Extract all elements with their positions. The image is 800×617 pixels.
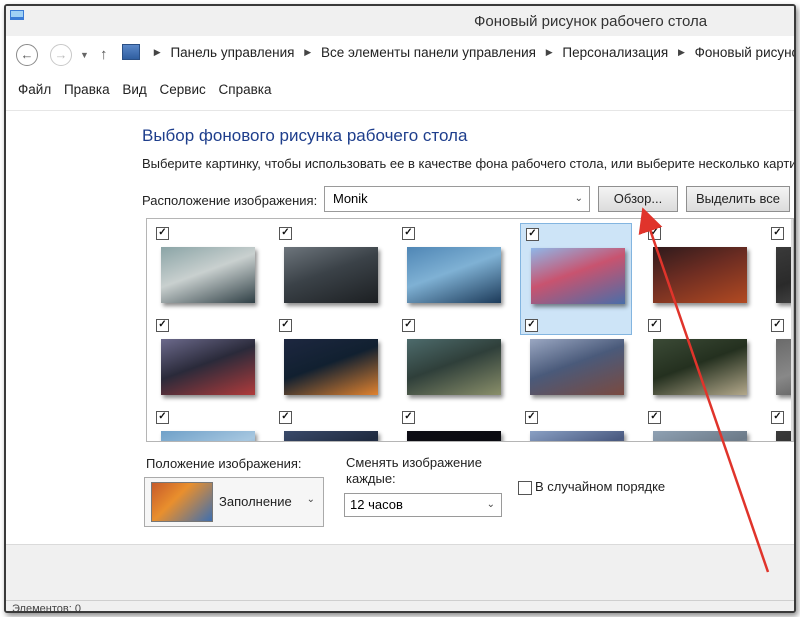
navigation-bar: ← → ▼ ↑ ▶ Панель управления ▶ Все элемен… (6, 40, 794, 72)
tile-checkbox[interactable]: ✓ (156, 411, 169, 424)
page-subtitle: Выберите картинку, чтобы использовать ее… (142, 156, 796, 171)
menu-view[interactable]: Вид (122, 82, 146, 97)
tile-checkbox[interactable]: ✓ (771, 411, 784, 424)
wallpaper-thumbnail (284, 339, 378, 395)
select-all-button[interactable]: Выделить все (686, 186, 790, 212)
wallpaper-thumbnail (530, 339, 624, 395)
menu-help[interactable]: Справка (219, 82, 272, 97)
tile-checkbox[interactable]: ✓ (526, 228, 539, 241)
wallpaper-thumbnail (531, 248, 625, 304)
breadcrumb-separator-icon: ▶ (304, 46, 312, 57)
shuffle-checkbox[interactable] (518, 481, 532, 495)
wallpaper-thumbnail (284, 431, 378, 441)
interval-label: Сменять изображение каждые: (346, 455, 482, 486)
wallpaper-thumbnail (407, 431, 501, 441)
picture-position-value: Заполнение (219, 494, 292, 509)
tile-checkbox[interactable]: ✓ (402, 411, 415, 424)
menu-edit[interactable]: Правка (64, 82, 110, 97)
wallpaper-thumbnail (161, 339, 255, 395)
menu-tools[interactable]: Сервис (160, 82, 206, 97)
control-panel-icon (122, 44, 140, 61)
chevron-down-icon: ⌄ (574, 193, 583, 204)
divider (6, 110, 794, 111)
wallpaper-thumbnail (653, 431, 747, 441)
chevron-down-icon: ⌄ (486, 499, 495, 510)
tile-checkbox[interactable]: ✓ (648, 411, 661, 424)
position-preview-image (151, 482, 213, 522)
menu-file[interactable]: Файл (18, 82, 51, 97)
wallpaper-thumbnail (653, 247, 747, 303)
wallpaper-thumbnail (407, 247, 501, 303)
tile-checkbox[interactable]: ✓ (648, 319, 661, 332)
title-bar: Фоновый рисунок рабочего стола (6, 6, 794, 36)
wallpaper-gallery: ✓ ✓ ✓ ✓ ✓ ✓ ✓ ✓ ✓ ✓ ✓ ✓ ✓ ✓ ✓ ✓ ✓ ✓ (146, 218, 794, 442)
tile-checkbox[interactable]: ✓ (525, 411, 538, 424)
wallpaper-thumbnail (407, 339, 501, 395)
tile-checkbox[interactable]: ✓ (402, 319, 415, 332)
wallpaper-tile[interactable]: ✓ (766, 407, 793, 441)
tile-checkbox[interactable]: ✓ (279, 319, 292, 332)
tile-checkbox[interactable]: ✓ (279, 411, 292, 424)
breadcrumb-separator-icon: ▶ (677, 46, 685, 57)
shuffle-label[interactable]: В случайном порядке (535, 479, 665, 494)
back-button[interactable]: ← (16, 44, 38, 66)
tile-checkbox[interactable]: ✓ (525, 319, 538, 332)
tile-checkbox[interactable]: ✓ (402, 227, 415, 240)
window: Фоновый рисунок рабочего стола ← → ▼ ↑ ▶… (4, 4, 796, 613)
wallpaper-tile[interactable]: ✓ (397, 407, 509, 441)
wallpaper-tile[interactable]: ✓ (643, 407, 755, 441)
picture-position-dropdown[interactable]: Заполнение ⌄ (144, 477, 324, 527)
chevron-down-icon: ⌄ (306, 494, 315, 505)
action-panel (6, 544, 794, 601)
breadcrumb-separator-icon: ▶ (153, 46, 161, 57)
wallpaper-tile[interactable]: ✓ (151, 407, 263, 441)
app-icon (10, 10, 24, 20)
up-arrow-icon[interactable]: ↑ (100, 46, 108, 63)
status-bar: Элементов: 0 (6, 600, 794, 611)
tile-checkbox[interactable]: ✓ (771, 319, 784, 332)
wallpaper-thumbnail (284, 247, 378, 303)
window-title: Фоновый рисунок рабочего стола (474, 13, 708, 30)
wallpaper-thumbnail (530, 431, 624, 441)
page-title: Выбор фонового рисунка рабочего стола (142, 126, 468, 145)
menu-bar: Файл Правка Вид Сервис Справка (18, 82, 281, 97)
tile-checkbox[interactable]: ✓ (771, 227, 784, 240)
breadcrumb-separator-icon: ▶ (545, 46, 553, 57)
wallpaper-thumbnail (161, 247, 255, 303)
tile-checkbox[interactable]: ✓ (279, 227, 292, 240)
wallpaper-tile[interactable]: ✓ (520, 407, 632, 441)
gallery-scrollbar[interactable] (791, 219, 793, 441)
picture-position-label: Положение изображения: (146, 456, 302, 471)
wallpaper-thumbnail (653, 339, 747, 395)
recent-locations-icon[interactable]: ▼ (80, 50, 89, 60)
interval-dropdown[interactable]: 12 часов ⌄ (344, 493, 502, 517)
breadcrumb-control-panel[interactable]: Панель управления (170, 45, 294, 60)
location-label: Расположение изображения: (142, 193, 318, 208)
interval-value: 12 часов (350, 497, 403, 512)
wallpaper-tile[interactable]: ✓ (274, 407, 386, 441)
breadcrumb-personalization[interactable]: Персонализация (562, 45, 668, 60)
tile-checkbox[interactable]: ✓ (156, 319, 169, 332)
browse-button[interactable]: Обзор... (598, 186, 678, 212)
breadcrumb-desktop-background[interactable]: Фоновый рисунок рабочего стола (695, 45, 794, 60)
tile-checkbox[interactable]: ✓ (648, 227, 661, 240)
wallpaper-thumbnail (161, 431, 255, 441)
location-value: Monik (333, 191, 368, 206)
breadcrumb-all-items[interactable]: Все элементы панели управления (321, 45, 536, 60)
breadcrumb: ▶ Панель управления ▶ Все элементы панел… (122, 44, 794, 68)
tile-checkbox[interactable]: ✓ (156, 227, 169, 240)
location-dropdown[interactable]: Monik ⌄ (324, 186, 590, 212)
forward-button[interactable]: → (50, 44, 72, 66)
